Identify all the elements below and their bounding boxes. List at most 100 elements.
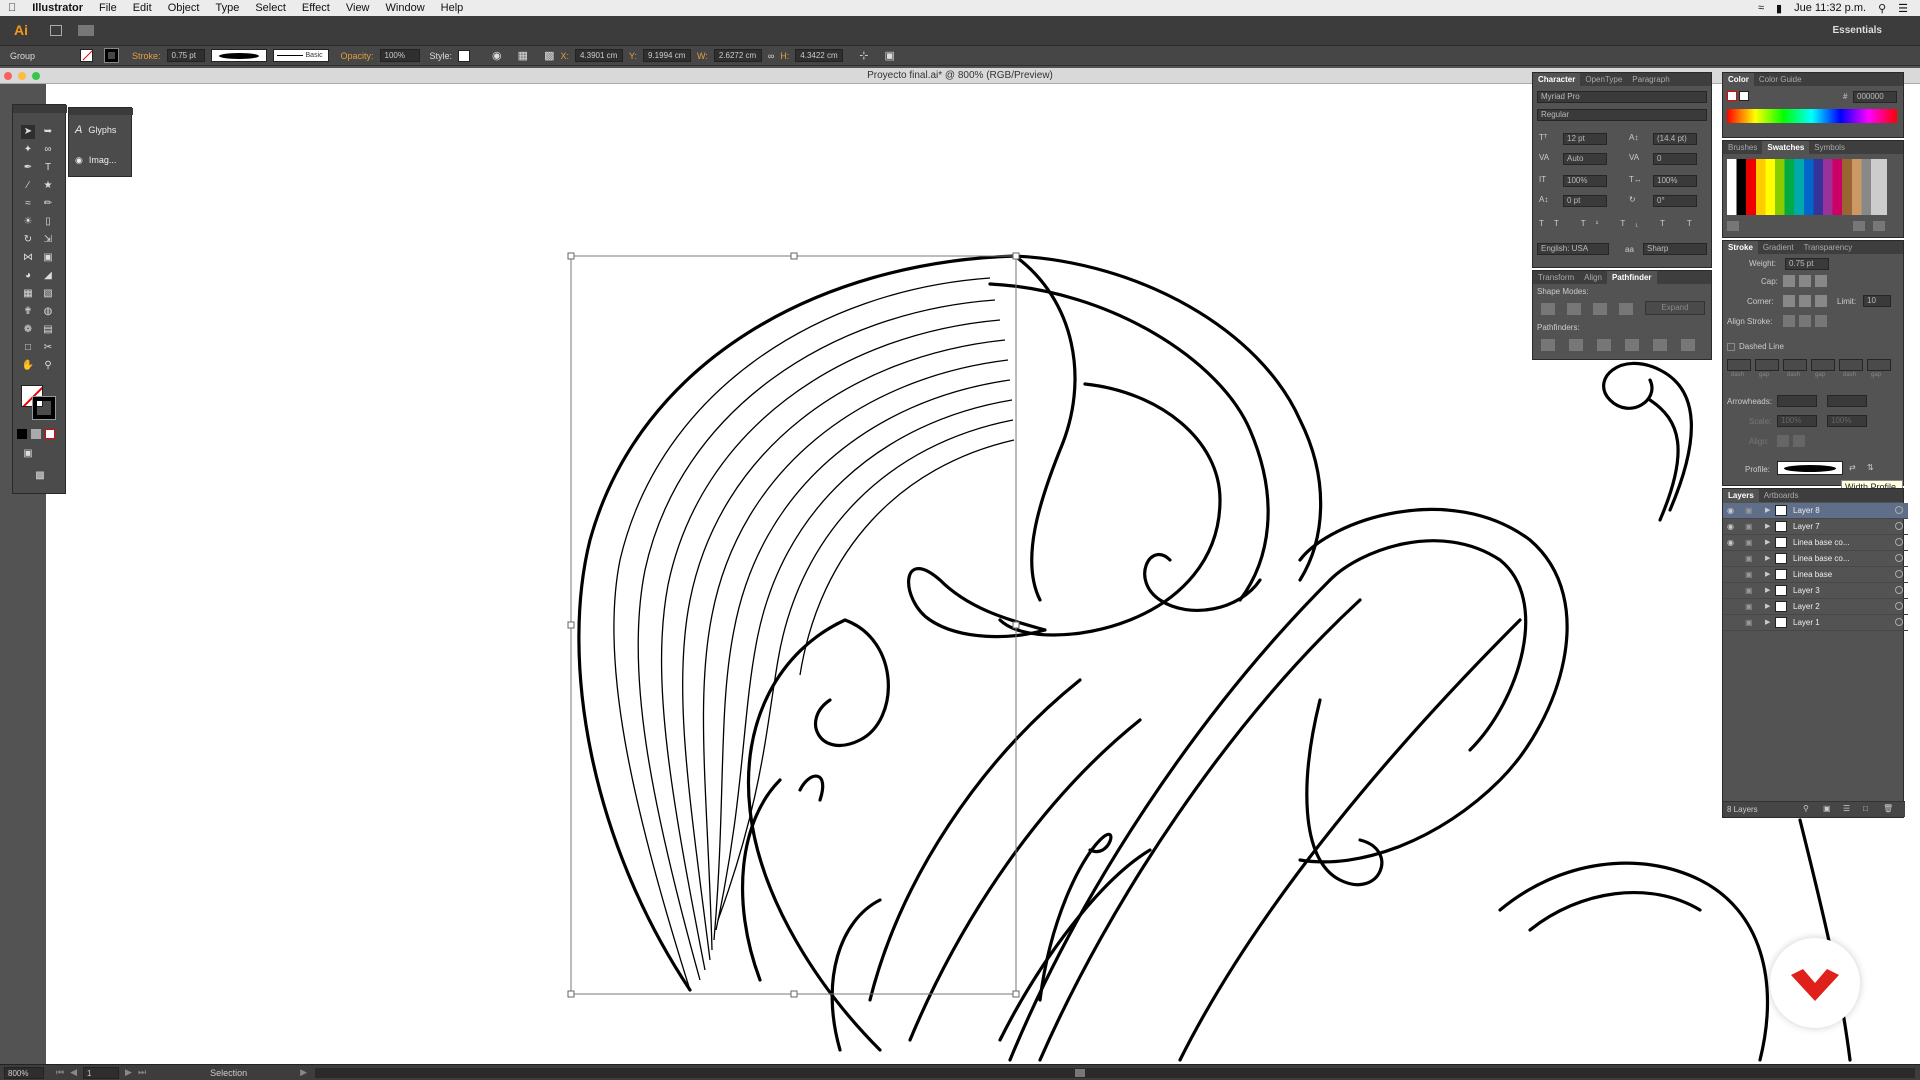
unite-button[interactable] [1541,303,1555,315]
tab-color[interactable]: Color [1723,73,1754,86]
dashed-line-checkbox[interactable] [1727,343,1735,351]
layer-name[interactable]: Layer 3 [1793,586,1820,595]
type-tool-icon[interactable]: T [41,161,55,175]
minus-front-button[interactable] [1567,303,1581,315]
lock-icon[interactable]: ▣ [1745,602,1753,611]
screen-mode-icon[interactable]: ▩ [33,469,47,483]
opacity-field[interactable]: 100% [379,49,420,62]
layer-row[interactable]: ◉ ▣ ▶ Layer 8 [1723,503,1908,519]
minus-back-button[interactable] [1681,339,1695,351]
dash-field-3[interactable] [1839,359,1863,371]
color-stroke-indicator[interactable] [1739,91,1749,101]
target-circle-icon[interactable] [1895,602,1903,610]
target-circle-icon[interactable] [1895,618,1903,626]
width-tool-icon[interactable]: ⋈ [21,251,35,265]
target-circle-icon[interactable] [1895,554,1903,562]
height-field[interactable]: 4.3422 cm [795,49,844,62]
baseline-shift-field[interactable]: 0 pt [1563,195,1607,207]
flip-across-button[interactable]: ⇅ [1867,463,1879,473]
hand-tool-icon[interactable]: ✋ [21,359,35,373]
visibility-eye-icon[interactable]: ◉ [1727,538,1737,547]
intersect-button[interactable] [1593,303,1607,315]
tab-paragraph[interactable]: Paragraph [1627,75,1674,84]
flip-along-button[interactable]: ⇄ [1849,463,1861,473]
layer-name[interactable]: Layer 7 [1793,522,1820,531]
last-artboard-icon[interactable]: ⏭ [138,1067,146,1078]
lock-icon[interactable]: ▣ [1745,586,1753,595]
stroke-swatch[interactable] [104,48,119,63]
trim-button[interactable] [1569,339,1583,351]
x-field[interactable]: 4.3901 cm [574,49,623,62]
layer-row[interactable]: ▣ ▶ Layer 2 [1723,599,1908,615]
hex-field[interactable]: 000000 [1853,91,1897,103]
visibility-eye-icon[interactable]: ◉ [1727,506,1737,515]
end-arrowhead-select[interactable] [1827,395,1867,407]
tracking-field[interactable]: 0 [1653,153,1697,165]
gap-field-2[interactable] [1811,359,1835,371]
scale-tool-icon[interactable]: ⇲ [41,233,55,247]
stroke-label[interactable]: Stroke: [132,51,161,61]
layer-name[interactable]: Layer 1 [1793,618,1820,627]
tab-stroke[interactable]: Stroke [1723,241,1758,254]
spotlight-icon[interactable]: ⚲ [1878,2,1886,15]
arrow-scale-field-start[interactable]: 100% [1777,415,1817,427]
new-layer-icon[interactable]: □ [1863,804,1868,813]
dock-header[interactable] [69,108,133,115]
language-select[interactable]: English: USA [1537,243,1609,255]
gradient-tool-icon[interactable]: ▧ [41,287,55,301]
expand-triangle-icon[interactable]: ▶ [1765,506,1770,514]
tab-artboards[interactable]: Artboards [1759,491,1804,500]
arrow-scale-field-end[interactable]: 100% [1827,415,1867,427]
expand-triangle-icon[interactable]: ▶ [1765,554,1770,562]
tab-align[interactable]: Align [1579,273,1607,282]
merge-button[interactable] [1597,339,1611,351]
next-artboard-icon[interactable]: ▶ [125,1067,132,1078]
brush-definition[interactable]: Basic [272,49,329,62]
layer-row[interactable]: ◉ ▣ ▶ Linea base co... [1723,535,1908,551]
layer-name[interactable]: Layer 8 [1793,506,1820,515]
color-mode-icon[interactable] [17,429,27,439]
notification-icon[interactable]: ☰ [1898,2,1908,15]
line-tool-icon[interactable]: ∕ [21,179,35,193]
crop-button[interactable] [1625,339,1639,351]
minimize-window-button[interactable] [18,72,26,80]
variable-width-profile[interactable] [210,49,267,62]
star-tool-icon[interactable]: ★ [41,179,55,193]
pen-tool-icon[interactable]: ✒ [21,161,35,175]
eyedropper-tool-icon[interactable]: ✟ [21,305,35,319]
target-circle-icon[interactable] [1895,522,1903,530]
workspace-switcher[interactable]: Essentials [1833,25,1882,36]
horizontal-scrollbar[interactable] [314,1067,1915,1078]
lasso-tool-icon[interactable]: ∞ [41,143,55,157]
graph-tool-icon[interactable]: ▤ [41,323,55,337]
style-swatch[interactable] [458,49,471,62]
link-proportions-icon[interactable]: ∞ [768,51,774,61]
delete-swatch-button[interactable] [1873,221,1885,231]
lock-icon[interactable]: ▣ [1745,538,1753,547]
paintbrush-tool-icon[interactable]: ≈ [21,197,35,211]
tab-transparency[interactable]: Transparency [1799,243,1858,252]
app-menu[interactable]: Illustrator [24,2,91,14]
reference-point-icon[interactable]: ▩ [544,49,554,62]
expand-triangle-icon[interactable]: ▶ [1765,618,1770,626]
stroke-color-swatch[interactable] [32,396,56,420]
divide-button[interactable] [1541,339,1555,351]
fill-swatch[interactable] [80,49,93,62]
expand-triangle-icon[interactable]: ▶ [1765,586,1770,594]
apple-menu-icon[interactable]:  [0,2,24,14]
font-size-field[interactable]: 12 pt [1563,133,1607,145]
close-window-button[interactable] [4,72,12,80]
wifi-icon[interactable]: ≈ [1758,2,1764,14]
expand-button[interactable]: Expand [1645,301,1705,315]
zoom-select[interactable]: 800% [4,1066,44,1079]
gradient-mode-icon[interactable] [31,429,41,439]
layer-row[interactable]: ◉ ▣ ▶ Layer 7 [1723,519,1908,535]
target-circle-icon[interactable] [1895,506,1903,514]
character-rotation-field[interactable]: 0° [1653,195,1697,207]
draw-mode-icon[interactable]: ▣ [21,447,35,461]
tab-symbols[interactable]: Symbols [1809,143,1850,152]
swatch-library-button[interactable] [1727,221,1739,231]
zoom-tool-icon[interactable]: ⚲ [41,359,55,373]
tab-gradient[interactable]: Gradient [1758,243,1799,252]
layer-name[interactable]: Linea base [1793,570,1832,579]
